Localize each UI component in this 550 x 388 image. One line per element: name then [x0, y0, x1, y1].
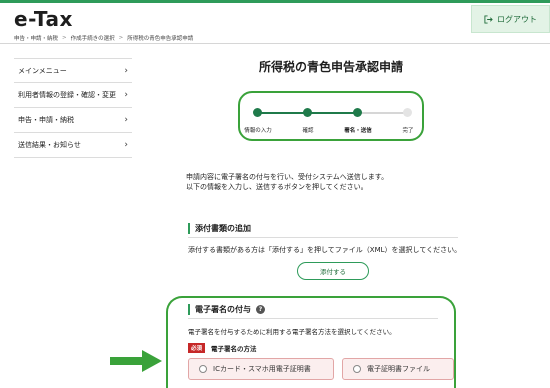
radio-button[interactable] — [353, 365, 361, 373]
sidebar-item-label: 申告・申請・納税 — [18, 116, 74, 124]
logout-button[interactable]: ログアウト — [471, 5, 550, 33]
sidebar-item-label: 送信結果・お知らせ — [18, 141, 81, 149]
intro-line: 以下の情報を入力し、送信するボタンを押してください。 — [186, 183, 368, 191]
attach-title-text: 添付書類の追加 — [195, 224, 251, 233]
logout-icon — [484, 14, 493, 24]
step-label-confirm: 確認 — [302, 128, 314, 134]
step-label-complete: 完了 — [402, 128, 414, 134]
signature-section-divider — [188, 318, 438, 319]
attach-section-divider — [188, 237, 458, 238]
chevron-right-icon: › — [124, 115, 128, 125]
radio-option-label: ICカード・スマホ用電子証明書 — [213, 365, 311, 373]
help-icon[interactable]: ? — [256, 305, 265, 314]
breadcrumb-separator-icon: > — [62, 34, 67, 41]
step-label-sign-send: 署名・送信 — [344, 128, 372, 134]
intro-text: 申請内容に電子署名の付与を行い、受付システムへ送信します。 以下の情報を入力し、… — [186, 172, 486, 192]
signature-section-title: 電子署名の付与 ? — [188, 304, 265, 315]
breadcrumb: 申告・申請・納税 > 作成手続きの選択 > 所得税の青色申告承認申請 — [0, 32, 550, 43]
radio-option-ic-card[interactable]: ICカード・スマホ用電子証明書 — [188, 358, 334, 380]
step-dot-sign-send — [353, 108, 362, 117]
section-accent-bar — [188, 223, 190, 234]
breadcrumb-separator-icon: > — [118, 34, 124, 41]
chevron-right-icon: › — [124, 65, 128, 76]
breadcrumb-item[interactable]: 作成手続きの選択 — [71, 34, 115, 42]
signature-description: 電子署名を付与するために利用する電子署名方法を選択してください。 — [188, 328, 396, 336]
attach-button[interactable]: 添付する — [297, 262, 369, 280]
chevron-right-icon: › — [124, 140, 128, 150]
breadcrumb-item[interactable]: 申告・申請・納税 — [14, 34, 58, 42]
step-dot-input — [253, 108, 262, 117]
attach-section-title: 添付書類の追加 — [188, 223, 251, 234]
radio-button[interactable] — [199, 365, 207, 373]
radio-option-label: 電子証明書ファイル — [367, 365, 430, 373]
page-title: 所得税の青色申告承認申請 — [258, 60, 403, 74]
chevron-right-icon: › — [124, 90, 128, 100]
step-dot-complete — [403, 108, 412, 117]
step-label-input: 情報の入力 — [244, 128, 272, 134]
section-accent-bar — [188, 304, 190, 315]
sidebar-item-results[interactable]: 送信結果・お知らせ › — [14, 133, 132, 158]
sidebar-item-label: 利用者情報の登録・確認・変更 — [18, 91, 116, 99]
stepper-remaining-line — [358, 112, 408, 114]
required-badge: 必須 — [188, 343, 206, 353]
radio-option-cert-file[interactable]: 電子証明書ファイル — [342, 358, 454, 380]
annotation-arrow-icon — [110, 350, 162, 372]
intro-line: 申請内容に電子署名の付与を行い、受付システムへ送信します。 — [186, 173, 389, 181]
signature-title-text: 電子署名の付与 — [195, 305, 251, 314]
sidebar-item-filing[interactable]: 申告・申請・納税 › — [14, 108, 132, 133]
header: e-Tax ログアウト — [0, 3, 550, 35]
breadcrumb-item-current: 所得税の青色申告承認申請 — [127, 35, 194, 42]
attach-description: 添付する書類がある方は「添付する」を押してファイル（XML）を選択してください。 — [188, 246, 462, 254]
header-divider — [0, 43, 550, 44]
step-dot-confirm — [303, 108, 312, 117]
sidebar-nav: メインメニュー › 利用者情報の登録・確認・変更 › 申告・申請・納税 › 送信… — [14, 58, 132, 158]
signature-method-label: 電子署名の方法 — [211, 345, 257, 353]
sidebar-item-main-menu[interactable]: メインメニュー › — [14, 58, 132, 83]
sidebar-item-label: メインメニュー — [18, 66, 67, 75]
signature-method-label-row: 必須 電子署名の方法 — [188, 343, 257, 353]
sidebar-item-user-info[interactable]: 利用者情報の登録・確認・変更 › — [14, 83, 132, 108]
logout-label: ログアウト — [497, 14, 537, 24]
etax-logo[interactable]: e-Tax — [14, 7, 73, 31]
